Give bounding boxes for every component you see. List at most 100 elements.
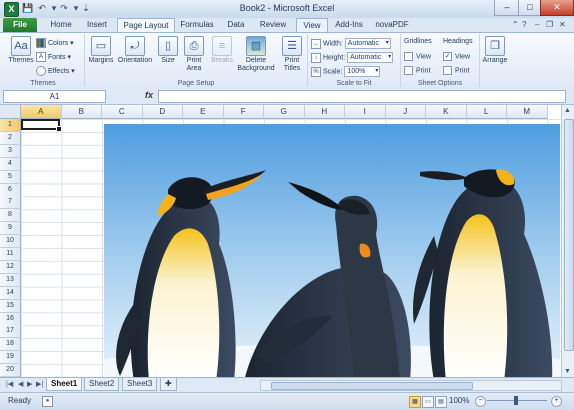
help-icon[interactable]: ? bbox=[522, 20, 526, 29]
column-header-e[interactable]: E bbox=[183, 105, 224, 119]
row-header-9[interactable]: 9 bbox=[0, 222, 21, 236]
scale-spinner[interactable]: 100% bbox=[344, 66, 381, 77]
horizontal-scrollbar[interactable] bbox=[260, 380, 562, 391]
tab-formulas[interactable]: Formulas bbox=[176, 18, 218, 32]
sheet-tab-sheet1[interactable]: Sheet1 bbox=[46, 378, 83, 391]
minimize-button[interactable]: – bbox=[494, 0, 520, 16]
print-area-button[interactable]: ⎙ Print Area bbox=[181, 36, 207, 73]
headings-view-checkbox[interactable]: ✓ bbox=[443, 52, 452, 61]
page-break-preview-icon[interactable]: ▤ bbox=[435, 396, 447, 408]
row-header-15[interactable]: 15 bbox=[0, 299, 21, 313]
headings-print-option[interactable]: Print bbox=[443, 66, 469, 75]
orientation-button[interactable]: ⤾ Orientation bbox=[115, 36, 155, 65]
prev-sheet-icon[interactable]: ◀ bbox=[18, 380, 23, 388]
row-header-16[interactable]: 16 bbox=[0, 312, 21, 326]
tab-home[interactable]: Home bbox=[44, 18, 78, 32]
column-header-g[interactable]: G bbox=[264, 105, 305, 119]
arrange-button[interactable]: ❐ Arrange bbox=[482, 36, 508, 65]
doc-restore-button[interactable]: ❐ bbox=[546, 20, 553, 29]
vertical-scroll-thumb[interactable] bbox=[564, 119, 574, 351]
zoom-in-icon[interactable]: + bbox=[551, 396, 562, 407]
row-header-5[interactable]: 5 bbox=[0, 170, 21, 184]
zoom-level[interactable]: 100% bbox=[449, 396, 469, 405]
column-header-f[interactable]: F bbox=[223, 105, 264, 119]
row-header-3[interactable]: 3 bbox=[0, 144, 21, 158]
sheet-tab-sheet3[interactable]: Sheet3 bbox=[122, 378, 158, 391]
scroll-down-icon[interactable]: ▼ bbox=[564, 368, 571, 375]
horizontal-scroll-thumb[interactable] bbox=[271, 382, 473, 390]
select-all-corner[interactable] bbox=[0, 105, 21, 119]
name-box[interactable]: A1 bbox=[3, 90, 106, 103]
macro-recording-icon[interactable]: ● bbox=[42, 396, 53, 407]
gridlines-print-checkbox[interactable] bbox=[404, 66, 413, 75]
normal-view-icon[interactable]: ▦ bbox=[409, 396, 421, 408]
column-header-j[interactable]: J bbox=[385, 105, 426, 119]
active-cell-a1[interactable] bbox=[21, 119, 62, 132]
insert-sheet-icon[interactable]: ✚ bbox=[160, 378, 177, 391]
tab-data[interactable]: Data bbox=[222, 18, 250, 32]
close-button[interactable]: ✕ bbox=[540, 0, 574, 16]
last-sheet-icon[interactable]: ▶| bbox=[36, 380, 43, 388]
zoom-slider[interactable] bbox=[487, 396, 547, 405]
width-select[interactable]: Automatic bbox=[344, 38, 391, 49]
row-header-18[interactable]: 18 bbox=[0, 338, 21, 352]
delete-background-button[interactable]: ▨ Delete Background bbox=[235, 36, 277, 73]
column-header-h[interactable]: H bbox=[304, 105, 345, 119]
zoom-slider-knob[interactable] bbox=[514, 396, 518, 405]
row-header-14[interactable]: 14 bbox=[0, 286, 21, 300]
gridlines-print-option[interactable]: Print bbox=[404, 66, 430, 75]
breaks-button[interactable]: ≡ Breaks bbox=[209, 36, 235, 65]
tab-novapdf[interactable]: novaPDF bbox=[372, 18, 412, 32]
row-header-19[interactable]: 19 bbox=[0, 351, 21, 365]
height-select[interactable]: Automatic bbox=[347, 52, 394, 63]
doc-minimize-button[interactable]: – bbox=[535, 20, 539, 29]
effects-button[interactable]: Effects ▾ bbox=[36, 66, 75, 76]
row-header-6[interactable]: 6 bbox=[0, 183, 21, 197]
column-header-c[interactable]: C bbox=[102, 105, 143, 119]
row-header-10[interactable]: 10 bbox=[0, 235, 21, 249]
themes-button[interactable]: Aa Themes bbox=[4, 36, 38, 65]
doc-close-button[interactable]: ✕ bbox=[559, 20, 566, 29]
row-header-17[interactable]: 17 bbox=[0, 325, 21, 339]
vertical-scrollbar[interactable]: ▲ ▼ bbox=[561, 105, 574, 377]
margins-button[interactable]: ▭ Margins bbox=[87, 36, 115, 65]
row-header-7[interactable]: 7 bbox=[0, 196, 21, 210]
fonts-button[interactable]: A Fonts ▾ bbox=[36, 52, 71, 62]
scroll-up-icon[interactable]: ▲ bbox=[564, 107, 571, 114]
tab-view[interactable]: View bbox=[296, 18, 328, 33]
column-header-a[interactable]: A bbox=[21, 105, 62, 119]
tab-page-layout[interactable]: Page Layout bbox=[117, 18, 175, 33]
tab-review[interactable]: Review bbox=[256, 18, 290, 32]
column-header-k[interactable]: K bbox=[426, 105, 467, 119]
sheet-tab-sheet2[interactable]: Sheet2 bbox=[84, 378, 120, 391]
row-header-4[interactable]: 4 bbox=[0, 157, 21, 171]
insert-function-icon[interactable]: fx bbox=[145, 90, 153, 100]
page-layout-view-icon[interactable]: ▭ bbox=[422, 396, 434, 408]
colors-button[interactable]: Colors ▾ bbox=[36, 38, 74, 48]
row-header-20[interactable]: 20 bbox=[0, 364, 21, 378]
row-header-12[interactable]: 12 bbox=[0, 260, 21, 274]
row-header-2[interactable]: 2 bbox=[0, 131, 21, 145]
row-header-13[interactable]: 13 bbox=[0, 273, 21, 287]
tab-insert[interactable]: Insert bbox=[80, 18, 114, 32]
print-titles-button[interactable]: ☰ Print Titles bbox=[279, 36, 305, 73]
headings-print-checkbox[interactable] bbox=[443, 66, 452, 75]
row-header-11[interactable]: 11 bbox=[0, 248, 21, 261]
next-sheet-icon[interactable]: ▶ bbox=[27, 380, 32, 388]
row-header-1[interactable]: 1 bbox=[0, 119, 21, 132]
zoom-out-icon[interactable]: − bbox=[475, 396, 486, 407]
row-header-8[interactable]: 8 bbox=[0, 209, 21, 223]
size-button[interactable]: ▯ Size bbox=[157, 36, 179, 65]
gridlines-view-option[interactable]: View bbox=[404, 52, 431, 61]
column-header-i[interactable]: I bbox=[345, 105, 386, 119]
first-sheet-icon[interactable]: |◀ bbox=[6, 380, 13, 388]
column-header-d[interactable]: D bbox=[142, 105, 183, 119]
minimize-ribbon-icon[interactable]: ⌃ bbox=[512, 20, 519, 29]
headings-view-option[interactable]: ✓ View bbox=[443, 52, 470, 61]
maximize-button[interactable]: □ bbox=[518, 0, 542, 16]
column-header-m[interactable]: M bbox=[507, 105, 548, 119]
column-header-l[interactable]: L bbox=[466, 105, 507, 119]
formula-input[interactable] bbox=[158, 90, 566, 103]
gridlines-view-checkbox[interactable] bbox=[404, 52, 413, 61]
tab-add-ins[interactable]: Add-Ins bbox=[332, 18, 366, 32]
